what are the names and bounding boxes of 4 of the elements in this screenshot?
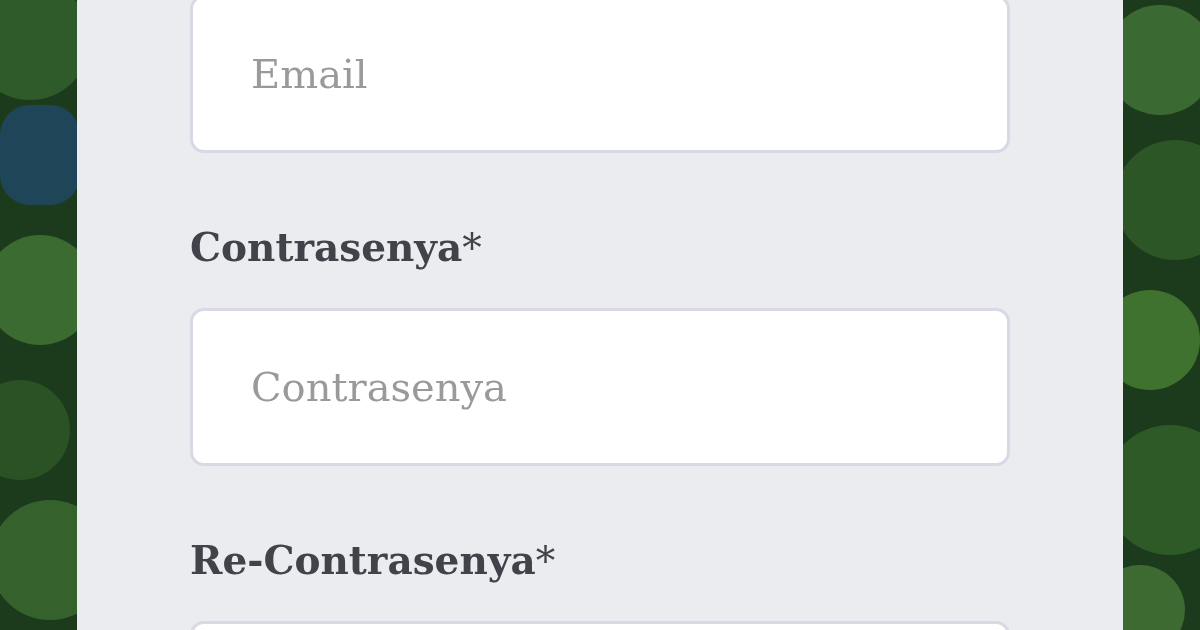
input-field[interactable]: Email — [190, 0, 1010, 153]
field-label: Contrasenya* — [190, 223, 482, 271]
input-field[interactable]: Contrasenya — [190, 308, 1010, 466]
field-label: Re-Contrasenya* — [190, 536, 556, 584]
